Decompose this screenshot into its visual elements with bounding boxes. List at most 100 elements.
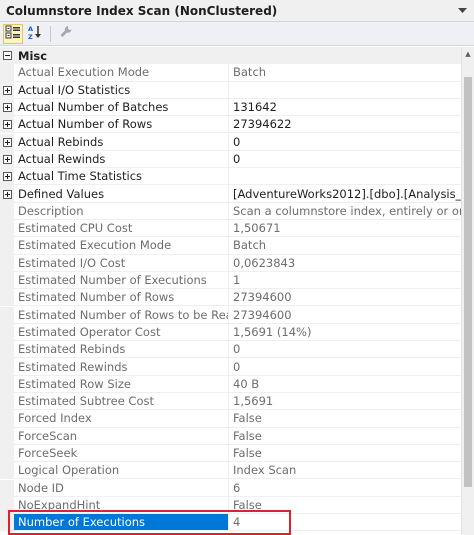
expand-icon[interactable] bbox=[2, 103, 12, 113]
property-name[interactable]: Actual Rebinds bbox=[14, 133, 229, 151]
property-value[interactable]: Scan a columnstore index, entirely or on… bbox=[229, 203, 461, 220]
property-value[interactable]: Batch bbox=[229, 64, 461, 82]
row-gutter[interactable] bbox=[0, 81, 14, 99]
property-value[interactable]: 6 bbox=[229, 480, 461, 497]
expand-icon[interactable] bbox=[2, 85, 12, 95]
row-gutter[interactable] bbox=[0, 185, 14, 203]
property-row[interactable]: Node ID 6 bbox=[0, 479, 474, 497]
row-gutter[interactable] bbox=[0, 150, 14, 169]
alphabetical-button[interactable]: A Z bbox=[25, 24, 45, 44]
property-name[interactable]: Estimated Number of Rows bbox=[14, 289, 229, 307]
property-name[interactable]: ForceSeek bbox=[14, 444, 229, 463]
property-name[interactable]: Actual Rewinds bbox=[14, 150, 229, 169]
categorized-button[interactable] bbox=[3, 23, 23, 44]
property-row[interactable]: Estimated Operator Cost 1,5691 (14%) bbox=[0, 323, 474, 342]
property-row[interactable]: Actual Number of Rows 27394622 bbox=[0, 116, 474, 134]
property-name[interactable]: Actual Execution Mode bbox=[14, 64, 229, 82]
property-name[interactable]: Description bbox=[14, 202, 229, 220]
property-name[interactable]: Actual I/O Statistics bbox=[14, 81, 229, 99]
category-gutter[interactable] bbox=[0, 47, 14, 65]
property-row[interactable]: Description Scan a columnstore index, ent… bbox=[0, 202, 474, 220]
property-row[interactable]: Actual Rewinds 0 bbox=[0, 150, 474, 169]
property-name[interactable]: Estimated Subtree Cost bbox=[14, 393, 229, 411]
property-value[interactable]: Index Scan bbox=[229, 462, 461, 480]
chevron-down-icon[interactable] bbox=[456, 5, 468, 17]
property-name[interactable]: Estimated Number of Rows to be Read bbox=[14, 306, 229, 324]
alphabetical-icon: A Z bbox=[27, 24, 43, 43]
property-name[interactable]: Node ID bbox=[14, 479, 229, 497]
property-value[interactable]: 0 bbox=[229, 151, 461, 169]
property-value[interactable]: 27394600 bbox=[229, 307, 461, 324]
property-row[interactable]: Actual I/O Statistics bbox=[0, 81, 474, 99]
category-row-misc[interactable]: Misc bbox=[0, 47, 474, 65]
property-row[interactable]: ForceSeek False bbox=[0, 444, 474, 463]
vertical-scrollbar[interactable]: ▲ bbox=[461, 47, 474, 535]
property-value[interactable]: False bbox=[229, 428, 461, 445]
property-row[interactable]: Actual Number of Batches 131642 bbox=[0, 98, 474, 117]
property-row[interactable]: ForceScan False bbox=[0, 427, 474, 445]
expand-icon[interactable] bbox=[2, 154, 12, 164]
expand-icon[interactable] bbox=[2, 120, 12, 130]
property-row[interactable]: Estimated CPU Cost 1,50671 bbox=[0, 220, 474, 238]
property-name[interactable]: Actual Number of Rows bbox=[14, 116, 229, 134]
property-name[interactable]: Estimated CPU Cost bbox=[14, 220, 229, 238]
scrollbar-thumb[interactable] bbox=[464, 77, 472, 487]
property-row[interactable]: Estimated Row Size 40 B bbox=[0, 375, 474, 393]
property-value[interactable]: 27394622 bbox=[229, 116, 461, 134]
property-pages-button[interactable] bbox=[56, 24, 76, 44]
property-value[interactable]: 1,50671 bbox=[229, 220, 461, 238]
property-value[interactable] bbox=[229, 82, 461, 99]
property-row[interactable]: Actual Time Statistics bbox=[0, 168, 474, 186]
property-name[interactable]: Estimated Execution Mode bbox=[14, 237, 229, 255]
property-row[interactable]: Estimated Number of Rows to be Read 27394… bbox=[0, 306, 474, 324]
property-value[interactable]: 40 B bbox=[229, 376, 461, 393]
property-value[interactable]: 131642 bbox=[229, 99, 461, 117]
expand-icon[interactable] bbox=[2, 189, 12, 199]
row-gutter[interactable] bbox=[0, 133, 14, 151]
property-name[interactable]: Estimated Rewinds bbox=[14, 358, 229, 376]
property-value[interactable]: 0 bbox=[229, 341, 461, 359]
property-value[interactable]: 1 bbox=[229, 272, 461, 290]
expand-icon[interactable] bbox=[2, 172, 12, 182]
property-row[interactable]: Estimated I/O Cost 0,0623843 bbox=[0, 254, 474, 272]
property-row[interactable]: Estimated Number of Rows 27394600 bbox=[0, 289, 474, 307]
property-row[interactable]: Forced Index False bbox=[0, 410, 474, 428]
property-value[interactable]: [AdventureWorks2012].[dbo].[Analysis_Tab… bbox=[229, 185, 461, 203]
property-value[interactable] bbox=[229, 168, 461, 186]
row-gutter[interactable] bbox=[0, 168, 14, 186]
property-row[interactable]: Actual Execution Mode Batch bbox=[0, 64, 474, 82]
property-value[interactable]: 27394600 bbox=[229, 289, 461, 307]
property-row[interactable]: Logical Operation Index Scan bbox=[0, 462, 474, 480]
property-row[interactable]: Estimated Rewinds 0 bbox=[0, 358, 474, 376]
property-value[interactable]: 1,5691 (14%) bbox=[229, 324, 461, 342]
property-name[interactable]: Estimated Number of Executions bbox=[14, 271, 229, 290]
property-name[interactable]: Estimated Operator Cost bbox=[14, 323, 229, 342]
property-row[interactable]: Estimated Subtree Cost 1,5691 bbox=[0, 393, 474, 411]
property-row[interactable]: Defined Values [AdventureWorks2012].[dbo]… bbox=[0, 185, 474, 203]
property-value[interactable]: 0 bbox=[229, 358, 461, 376]
scroll-up-icon[interactable]: ▲ bbox=[462, 47, 474, 61]
property-name[interactable]: Estimated Row Size bbox=[14, 375, 229, 393]
expand-icon[interactable] bbox=[2, 137, 12, 147]
collapse-icon[interactable] bbox=[2, 51, 12, 61]
property-value[interactable]: False bbox=[229, 410, 461, 428]
property-value[interactable]: False bbox=[229, 445, 461, 463]
property-name[interactable]: Estimated I/O Cost bbox=[14, 254, 229, 272]
property-name[interactable]: Actual Number of Batches bbox=[14, 98, 229, 117]
property-value[interactable]: 1,5691 bbox=[229, 393, 461, 411]
property-row[interactable]: Estimated Execution Mode Batch bbox=[0, 237, 474, 255]
property-value[interactable]: Batch bbox=[229, 237, 461, 255]
property-value[interactable]: 0 bbox=[229, 134, 461, 151]
property-name[interactable]: Estimated Rebinds bbox=[14, 341, 229, 359]
property-row[interactable]: Estimated Rebinds 0 bbox=[0, 341, 474, 359]
property-name[interactable]: Actual Time Statistics bbox=[14, 168, 229, 186]
property-value[interactable]: 0,0623843 bbox=[229, 255, 461, 272]
property-row[interactable]: Actual Rebinds 0 bbox=[0, 133, 474, 151]
property-name[interactable]: ForceScan bbox=[14, 427, 229, 445]
property-name[interactable]: Forced Index bbox=[14, 410, 229, 428]
row-gutter[interactable] bbox=[0, 98, 14, 117]
property-name[interactable]: Defined Values bbox=[14, 185, 229, 203]
row-gutter[interactable] bbox=[0, 116, 14, 134]
property-name[interactable]: Logical Operation bbox=[14, 462, 229, 480]
property-row[interactable]: Estimated Number of Executions 1 bbox=[0, 271, 474, 290]
